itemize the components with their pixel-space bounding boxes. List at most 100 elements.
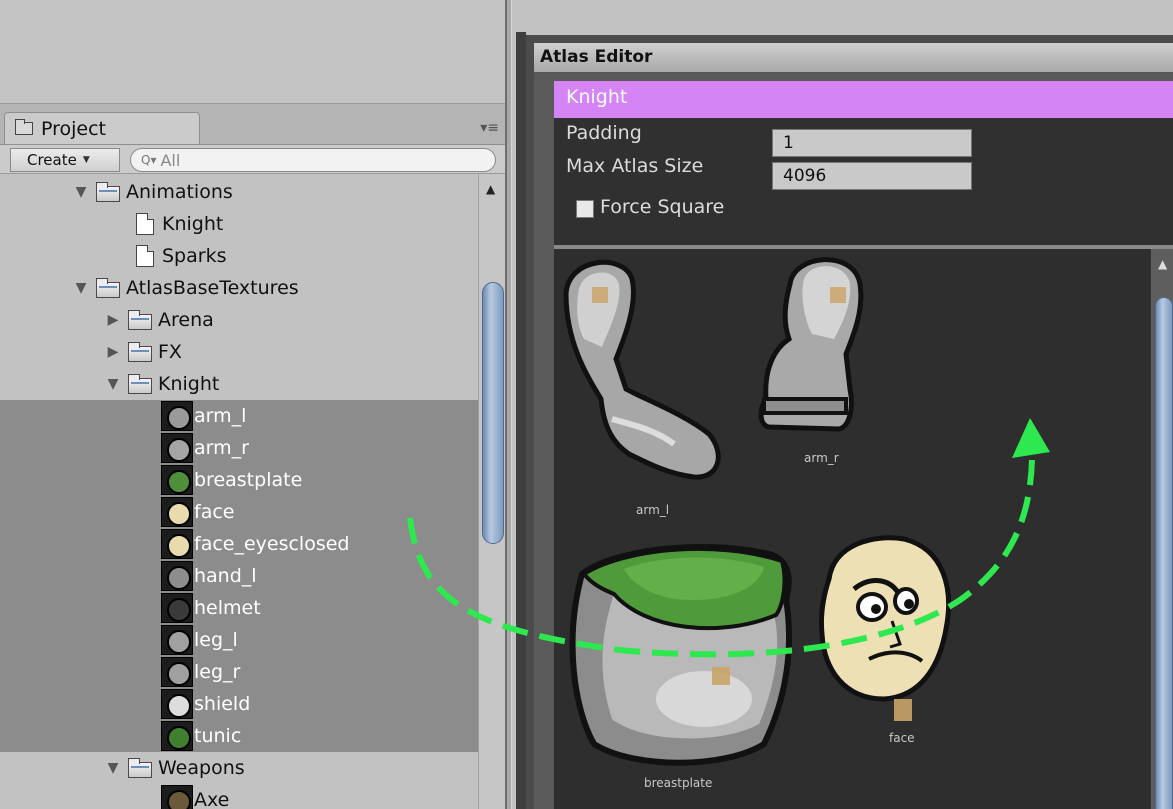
folder-row[interactable]: ▼ Weapons bbox=[0, 752, 478, 784]
tree-item-label: helmet bbox=[194, 597, 261, 619]
tree-item-label: Animations bbox=[126, 181, 233, 203]
tree-item-label: Knight bbox=[162, 213, 224, 235]
tree-item-label: breastplate bbox=[194, 469, 303, 491]
texture-row[interactable]: face bbox=[0, 496, 478, 528]
expand-right-arrow-icon[interactable]: ▶ bbox=[106, 344, 120, 360]
project-scrollbar[interactable]: ▲ bbox=[478, 174, 505, 809]
tree-item-label: face_eyesclosed bbox=[194, 533, 350, 555]
expand-down-arrow-icon[interactable]: ▼ bbox=[106, 760, 120, 776]
expand-down-arrow-icon[interactable]: ▼ bbox=[74, 184, 88, 200]
atlas-editor-window: Atlas Editor Knight Padding 1 Max Atlas … bbox=[516, 32, 1173, 809]
tab-project[interactable]: Project bbox=[4, 112, 200, 144]
tree-item-label: AtlasBaseTextures bbox=[126, 277, 299, 299]
expand-right-arrow-icon[interactable]: ▶ bbox=[106, 312, 120, 328]
canvas-scrollbar[interactable]: ▲ bbox=[1150, 249, 1173, 809]
texture-thumbnail-icon bbox=[161, 625, 193, 655]
force-square-checkbox[interactable] bbox=[576, 200, 594, 218]
texture-thumbnail-icon bbox=[161, 497, 193, 527]
search-icon: Q▾ bbox=[141, 153, 157, 167]
texture-row[interactable]: leg_r bbox=[0, 656, 478, 688]
project-toolbar: Create ▼ Q▾ All bbox=[0, 144, 505, 174]
texture-row[interactable]: tunic bbox=[0, 720, 478, 752]
atlas-preview-svg: arm_r arm_l breastplate face bbox=[563, 257, 951, 790]
max-atlas-size-label: Max Atlas Size bbox=[566, 155, 704, 177]
texture-row[interactable]: arm_l bbox=[0, 400, 478, 432]
folder-icon bbox=[15, 119, 33, 135]
texture-row[interactable]: hand_l bbox=[0, 560, 478, 592]
project-tree: ▼ Animations Knight Sparks ▼ AtlasBaseTexture… bbox=[0, 174, 478, 809]
atlas-editor-body: Knight Padding 1 Max Atlas Size 4096 For… bbox=[534, 73, 1173, 809]
tree-item-label: Arena bbox=[158, 309, 214, 331]
max-atlas-size-field[interactable]: 4096 bbox=[772, 162, 972, 190]
texture-thumbnail-icon bbox=[161, 785, 193, 809]
sprite-label-breastplate: breastplate bbox=[644, 776, 712, 790]
tree-item-label: hand_l bbox=[194, 565, 257, 587]
sprite-label-arm-l: arm_l bbox=[636, 503, 669, 517]
folder-row[interactable]: ▶ Arena bbox=[0, 304, 478, 336]
create-button-label: Create bbox=[27, 151, 77, 169]
folder-row[interactable]: ▼ Knight bbox=[0, 368, 478, 400]
tree-item-label: face bbox=[194, 501, 235, 523]
expand-down-arrow-icon[interactable]: ▼ bbox=[74, 280, 88, 296]
folder-row[interactable]: ▼ AtlasBaseTextures bbox=[0, 272, 478, 304]
texture-row[interactable]: arm_r bbox=[0, 432, 478, 464]
tree-item-label: arm_l bbox=[194, 405, 247, 427]
document-icon bbox=[136, 245, 154, 267]
project-tabbar: Project ▾≡ bbox=[0, 104, 505, 144]
atlas-settings: Padding 1 Max Atlas Size 4096 Force Squa… bbox=[554, 118, 1173, 245]
scroll-up-arrow-icon[interactable]: ▲ bbox=[1158, 257, 1167, 271]
sprite-arm-r[interactable] bbox=[758, 257, 864, 432]
force-square-label: Force Square bbox=[600, 196, 725, 218]
folder-icon bbox=[128, 374, 152, 394]
texture-thumbnail-icon bbox=[161, 657, 193, 687]
sprite-arm-l[interactable] bbox=[563, 259, 721, 480]
texture-row[interactable]: helmet bbox=[0, 592, 478, 624]
panel-splitter[interactable] bbox=[505, 0, 512, 809]
create-button[interactable]: Create ▼ bbox=[10, 148, 120, 172]
folder-row[interactable]: ▼ Animations bbox=[0, 176, 478, 208]
texture-row[interactable]: Axe bbox=[0, 784, 478, 809]
texture-row[interactable]: leg_l bbox=[0, 624, 478, 656]
expand-down-arrow-icon[interactable]: ▼ bbox=[106, 376, 120, 392]
sprite-face[interactable] bbox=[819, 535, 951, 721]
texture-row[interactable]: face_eyesclosed bbox=[0, 528, 478, 560]
tree-item-label: leg_r bbox=[194, 661, 241, 683]
animation-file-row[interactable]: Sparks bbox=[0, 240, 478, 272]
folder-icon bbox=[96, 182, 120, 202]
folder-icon bbox=[96, 278, 120, 298]
padding-label: Padding bbox=[566, 122, 642, 144]
atlas-preview-canvas[interactable]: arm_r arm_l breastplate face bbox=[554, 249, 1150, 809]
folder-icon bbox=[128, 758, 152, 778]
tree-item-label: arm_r bbox=[194, 437, 249, 459]
folder-row[interactable]: ▶ FX bbox=[0, 336, 478, 368]
tree-item-label: shield bbox=[194, 693, 251, 715]
search-input[interactable]: Q▾ All bbox=[130, 148, 496, 172]
sprite-breastplate[interactable] bbox=[569, 543, 793, 766]
texture-row[interactable]: shield bbox=[0, 688, 478, 720]
tree-item-label: Axe bbox=[194, 789, 230, 809]
sprite-label-arm-r: arm_r bbox=[804, 451, 839, 465]
texture-row[interactable]: breastplate bbox=[0, 464, 478, 496]
tree-item-label: tunic bbox=[194, 725, 242, 747]
texture-thumbnail-icon bbox=[161, 561, 193, 591]
scrollbar-thumb[interactable] bbox=[482, 282, 504, 544]
scroll-up-arrow-icon[interactable]: ▲ bbox=[486, 182, 495, 196]
tree-item-label: Sparks bbox=[162, 245, 227, 267]
atlas-name-header: Knight bbox=[554, 81, 1173, 118]
padding-field[interactable]: 1 bbox=[772, 129, 972, 157]
texture-thumbnail-icon bbox=[161, 401, 193, 431]
texture-thumbnail-icon bbox=[161, 721, 193, 751]
document-icon bbox=[136, 213, 154, 235]
animation-file-row[interactable]: Knight bbox=[0, 208, 478, 240]
window-title: Atlas Editor bbox=[534, 43, 1173, 73]
sprite-label-face: face bbox=[889, 731, 915, 745]
texture-thumbnail-icon bbox=[161, 593, 193, 623]
project-panel: Project ▾≡ Create ▼ Q▾ All ▼ Animations Kn… bbox=[0, 104, 505, 809]
tab-project-label: Project bbox=[41, 117, 107, 140]
hierarchy-area bbox=[0, 0, 505, 104]
canvas-scrollbar-thumb[interactable] bbox=[1155, 297, 1173, 809]
search-placeholder: All bbox=[160, 150, 181, 170]
panel-menu-icon[interactable]: ▾≡ bbox=[480, 120, 499, 136]
texture-thumbnail-icon bbox=[161, 465, 193, 495]
tree-item-label: leg_l bbox=[194, 629, 238, 651]
